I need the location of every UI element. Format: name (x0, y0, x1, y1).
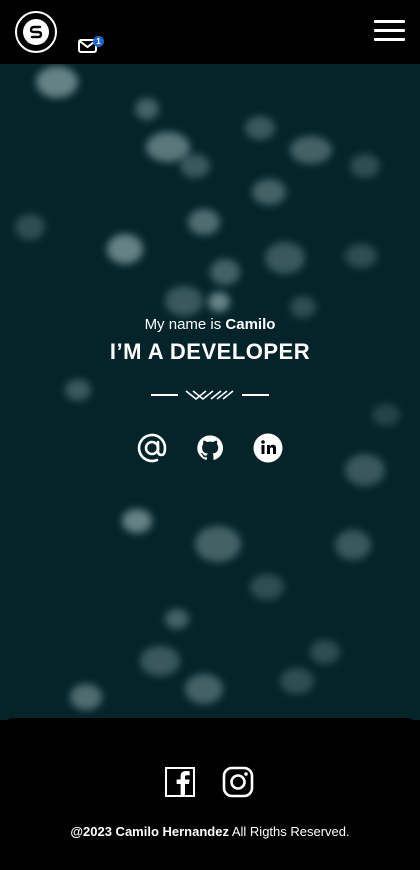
facebook-icon[interactable] (164, 766, 196, 798)
header: 1 (0, 0, 420, 64)
hero-social-links (0, 430, 420, 466)
logo-s-icon (29, 25, 43, 39)
headline: I’M A DEVELOPER (109, 339, 311, 364)
hamburger-icon[interactable] (374, 20, 406, 42)
developer-name: Camilo (225, 316, 276, 333)
intro: My name is Camilo I’M A DEVELOPER (0, 316, 420, 405)
divider-ornament (0, 385, 420, 405)
github-icon[interactable] (192, 430, 228, 466)
copyright-owner: @2023 Camilo Hernandez (70, 824, 229, 839)
logo-mark (23, 19, 49, 45)
at-icon[interactable] (134, 430, 170, 466)
mail-badge: 1 (93, 36, 104, 47)
footer: @2023 Camilo Hernandez All Rigths Reserv… (0, 718, 420, 870)
linkedin-icon[interactable] (250, 430, 286, 466)
instagram-icon[interactable] (222, 766, 254, 798)
greeting-prefix: My name is (144, 316, 226, 333)
copyright: @2023 Camilo Hernandez All Rigths Reserv… (0, 824, 420, 839)
copyright-suffix: All Rigths Reserved. (228, 824, 350, 839)
greeting: My name is Camilo (0, 316, 420, 333)
logo[interactable] (15, 11, 57, 53)
hero-section: My name is Camilo I’M A DEVELOPER (0, 64, 420, 720)
